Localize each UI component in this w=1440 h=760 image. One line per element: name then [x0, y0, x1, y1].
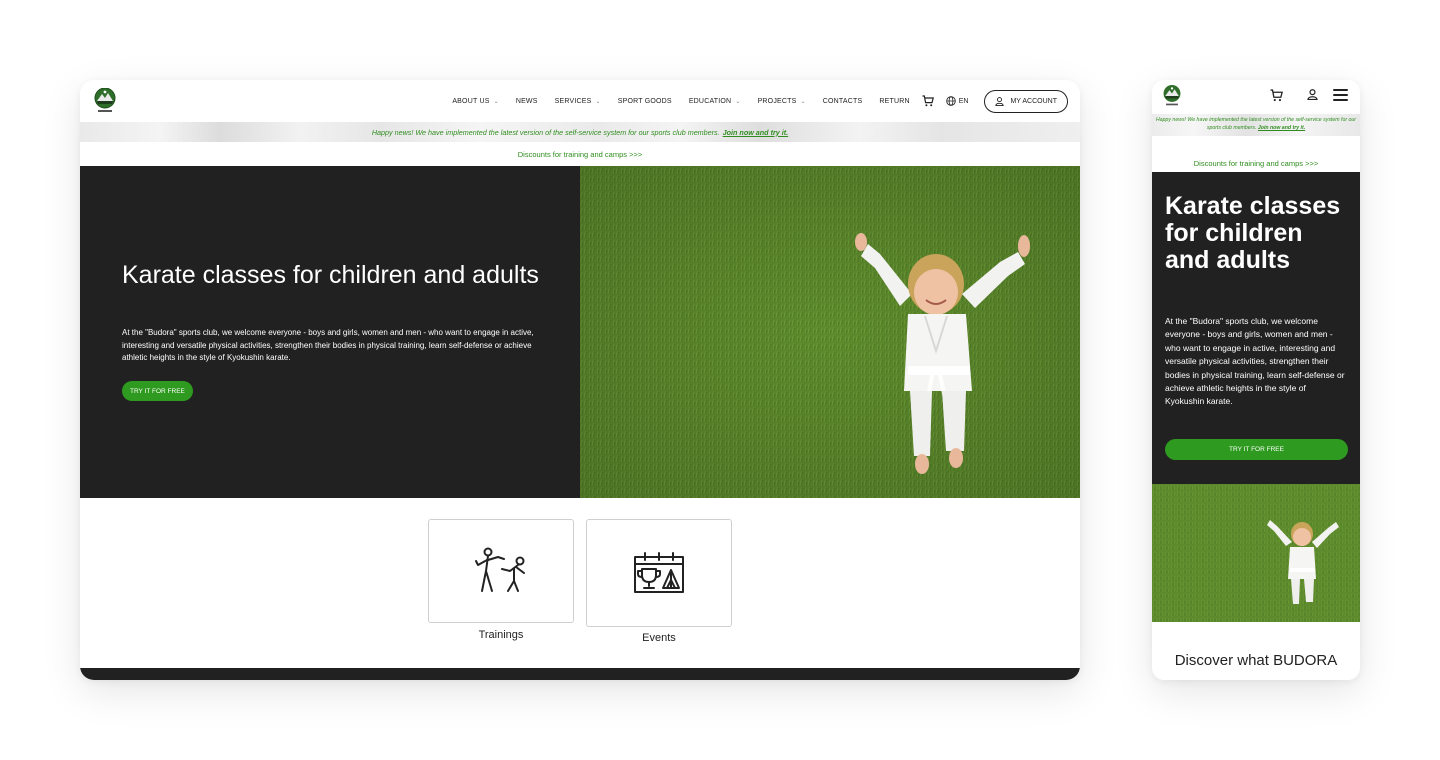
card-events[interactable]: Events: [586, 519, 732, 644]
karate-child-photo: [1152, 484, 1360, 622]
nav-label: NEWS: [515, 97, 538, 105]
try-for-free-button[interactable]: TRY IT FOR FREE: [1165, 439, 1348, 460]
desktop-navbar: ABOUT US ⌄ NEWS SERVICES ⌄ SPORT GOODS EDU…: [80, 80, 1080, 122]
hero-text-panel: Karate classes for children and adults A…: [80, 166, 580, 498]
cart-icon[interactable]: [1270, 89, 1283, 102]
banner-join-link[interactable]: Join now and try it.: [1258, 125, 1305, 131]
hero-description: At the "Budora" sports club, we welcome …: [1165, 316, 1345, 407]
card-label: Trainings: [478, 629, 524, 641]
hero-image: [1152, 484, 1360, 622]
nav-item-services[interactable]: SERVICES ⌄: [555, 98, 601, 105]
language-switcher[interactable]: EN: [945, 96, 969, 106]
nav-label: CONTACTS: [822, 97, 863, 105]
nav-item-education[interactable]: EDUCATION ⌄: [689, 98, 741, 105]
hero-section: Karate classes for children and adults A…: [80, 166, 1080, 498]
banner-text: Happy news! We have implemented the late…: [1156, 117, 1356, 131]
nav-label: RETURN: [879, 97, 910, 105]
discounts-link[interactable]: Discounts for training and camps >>>: [80, 150, 1080, 159]
chevron-down-icon: ⌄: [735, 98, 741, 105]
hero-title: Karate classes for children and adults: [122, 261, 539, 289]
cart-icon[interactable]: [922, 95, 934, 107]
nav-label: PROJECTS: [757, 97, 797, 105]
card-trainings[interactable]: Trainings: [428, 519, 574, 644]
karate-child-photo: [580, 166, 1080, 498]
nav-item-contacts[interactable]: CONTACTS: [823, 98, 863, 105]
banner-join-link[interactable]: Join now and try it.: [723, 128, 789, 137]
card-box: [428, 519, 574, 623]
hero-image: [580, 166, 1080, 498]
hero-section: Karate classes for children and adults A…: [1152, 172, 1360, 484]
card-label: Events: [642, 632, 676, 644]
nav-label: ABOUT US: [452, 97, 490, 105]
hero-description: At the "Budora" sports club, we welcome …: [122, 328, 534, 362]
nav-label: SPORT GOODS: [617, 97, 672, 105]
mobile-navbar: [1152, 80, 1360, 112]
nav-label: EDUCATION: [688, 97, 732, 105]
dark-section-top: [80, 668, 1080, 680]
try-for-free-button[interactable]: TRY IT FOR FREE: [122, 381, 193, 401]
chevron-down-icon: ⌄: [595, 98, 601, 105]
language-label: EN: [958, 97, 969, 105]
section-title: Discover what BUDORA: [1174, 652, 1338, 669]
desktop-menu: ABOUT US ⌄ NEWS SERVICES ⌄ SPORT GOODS EDU…: [435, 89, 1068, 113]
hamburger-menu-icon[interactable]: [1333, 89, 1348, 101]
user-icon: [995, 96, 1005, 106]
discounts-link[interactable]: Discounts for training and camps >>>: [1152, 159, 1360, 168]
budora-logo[interactable]: [94, 88, 116, 114]
nav-item-projects[interactable]: PROJECTS ⌄: [758, 98, 806, 105]
services-cards: Trainings Events: [428, 519, 744, 644]
nav-item-news[interactable]: NEWS: [516, 98, 538, 105]
nav-item-sport-goods[interactable]: SPORT GOODS: [618, 98, 672, 105]
calendar-trophy-tent-icon: [634, 552, 684, 593]
globe-icon: [945, 96, 956, 106]
my-account-label: MY ACCOUNT: [1010, 97, 1057, 105]
chevron-down-icon: ⌄: [493, 98, 499, 105]
nav-label: SERVICES: [554, 97, 592, 105]
nav-item-about-us[interactable]: ABOUT US ⌄: [452, 98, 499, 105]
budora-logo[interactable]: [1162, 85, 1182, 107]
karate-fighters-icon: [475, 547, 525, 592]
user-icon[interactable]: [1307, 89, 1318, 100]
nav-item-return[interactable]: RETURN: [879, 98, 909, 105]
my-account-button[interactable]: MY ACCOUNT: [984, 89, 1068, 113]
announcement-banner: Happy news! We have implemented the late…: [1152, 114, 1360, 136]
announcement-banner: Happy news! We have implemented the late…: [80, 122, 1080, 142]
chevron-down-icon: ⌄: [800, 98, 806, 105]
hero-title: Karate classes for children and adults: [1165, 192, 1341, 274]
mobile-preview: Happy news! We have implemented the late…: [1152, 80, 1360, 680]
desktop-preview: ABOUT US ⌄ NEWS SERVICES ⌄ SPORT GOODS EDU…: [80, 80, 1080, 680]
banner-text: Happy news! We have implemented the late…: [371, 127, 720, 137]
card-box: [586, 519, 732, 627]
